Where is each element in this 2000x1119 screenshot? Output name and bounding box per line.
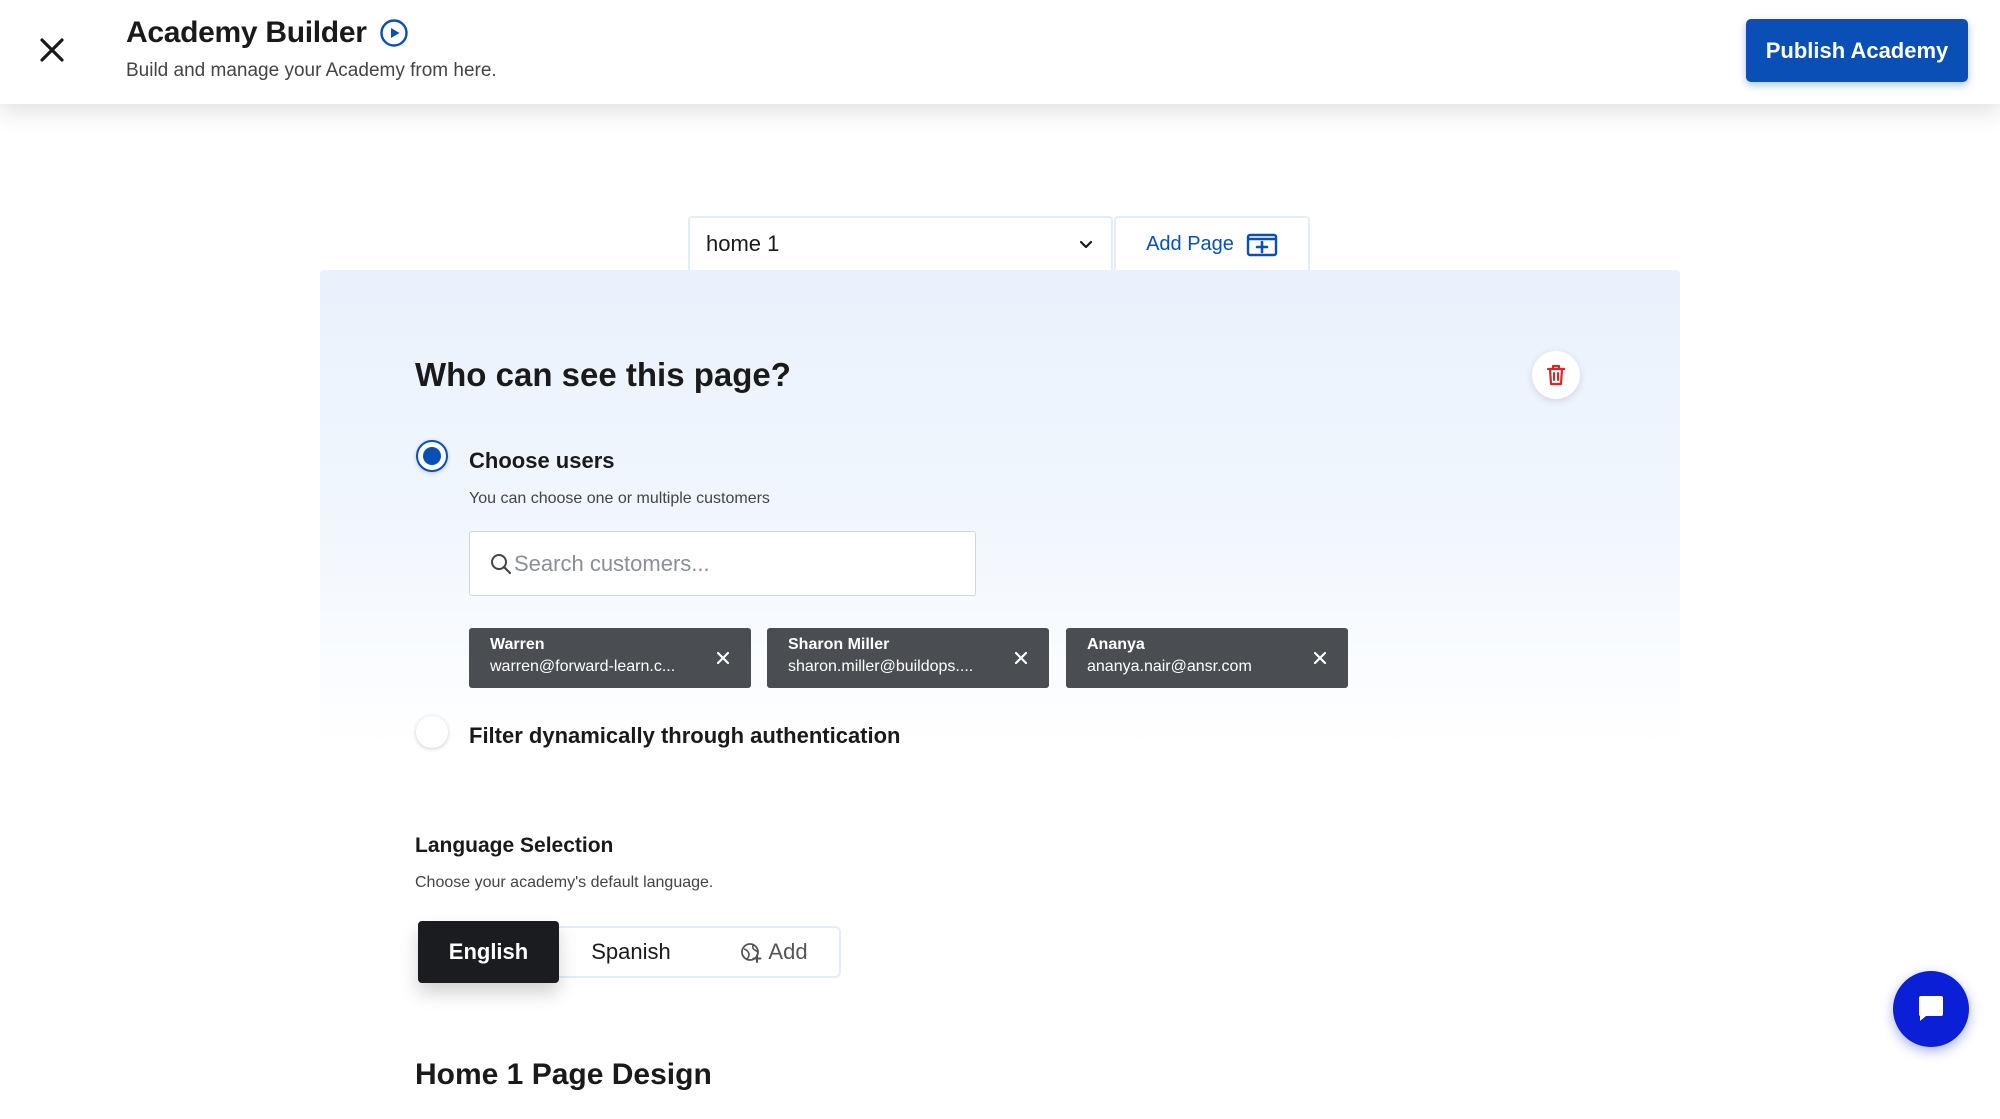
language-selection-hint: Choose your academy's default language.: [415, 874, 714, 891]
language-option-english[interactable]: English: [418, 921, 559, 983]
chip-name: Sharon Miller: [788, 636, 890, 653]
choose-users-hint: You can choose one or multiple customers: [469, 490, 770, 507]
add-page-button[interactable]: Add Page: [1114, 216, 1310, 270]
radio-choose-users[interactable]: [416, 440, 448, 472]
chip-email: sharon.miller@buildops....: [788, 658, 974, 675]
chip-remove-icon[interactable]: [713, 648, 733, 668]
visibility-heading: Who can see this page?: [415, 356, 791, 393]
search-icon: [491, 553, 512, 574]
chevron-down-icon: [1079, 240, 1093, 249]
trash-icon: [1546, 364, 1566, 386]
close-button[interactable]: [32, 30, 72, 70]
chip-remove-icon[interactable]: [1011, 648, 1031, 668]
title-row: Academy Builder: [126, 16, 409, 50]
chip-remove-icon[interactable]: [1310, 648, 1330, 668]
search-customers-field[interactable]: [469, 531, 976, 596]
chip-name: Ananya: [1087, 636, 1145, 653]
chip-email: warren@forward-learn.c...: [490, 658, 676, 675]
chip-name: Warren: [490, 636, 545, 653]
selected-user-chip: Sharon Miller sharon.miller@buildops....: [767, 628, 1049, 688]
choose-users-label[interactable]: Choose users: [469, 448, 615, 474]
page-design-title: Home 1 Page Design: [415, 1058, 712, 1091]
add-page-icon: [1246, 233, 1278, 257]
search-customers-input[interactable]: [514, 550, 954, 577]
page-title: Academy Builder: [126, 16, 367, 49]
add-language-label: Add: [768, 939, 808, 964]
selected-user-chip: Ananya ananya.nair@ansr.com: [1066, 628, 1348, 688]
filter-dynamically-label[interactable]: Filter dynamically through authenticatio…: [469, 723, 901, 749]
chat-icon: [1919, 996, 1943, 1021]
language-option-spanish[interactable]: Spanish: [570, 921, 692, 983]
top-header: Academy Builder Build and manage your Ac…: [0, 0, 2000, 104]
globe-add-icon: [741, 943, 762, 963]
page-select-dropdown[interactable]: home 1: [688, 216, 1113, 270]
page-select-value: home 1: [706, 231, 780, 256]
close-icon: [40, 38, 64, 62]
radio-filter-dynamically[interactable]: [416, 716, 448, 748]
chip-email: ananya.nair@ansr.com: [1087, 658, 1252, 675]
selected-user-chip: Warren warren@forward-learn.c...: [469, 628, 751, 688]
add-page-label: Add Page: [1146, 232, 1234, 255]
add-language-button[interactable]: Add: [726, 921, 822, 983]
publish-academy-button[interactable]: Publish Academy: [1746, 19, 1968, 82]
page-subtitle: Build and manage your Academy from here.: [126, 60, 497, 81]
chat-support-button[interactable]: [1893, 971, 1969, 1047]
language-selection-title: Language Selection: [415, 834, 614, 857]
play-circle-icon[interactable]: [379, 18, 409, 48]
delete-page-button[interactable]: [1532, 351, 1580, 399]
